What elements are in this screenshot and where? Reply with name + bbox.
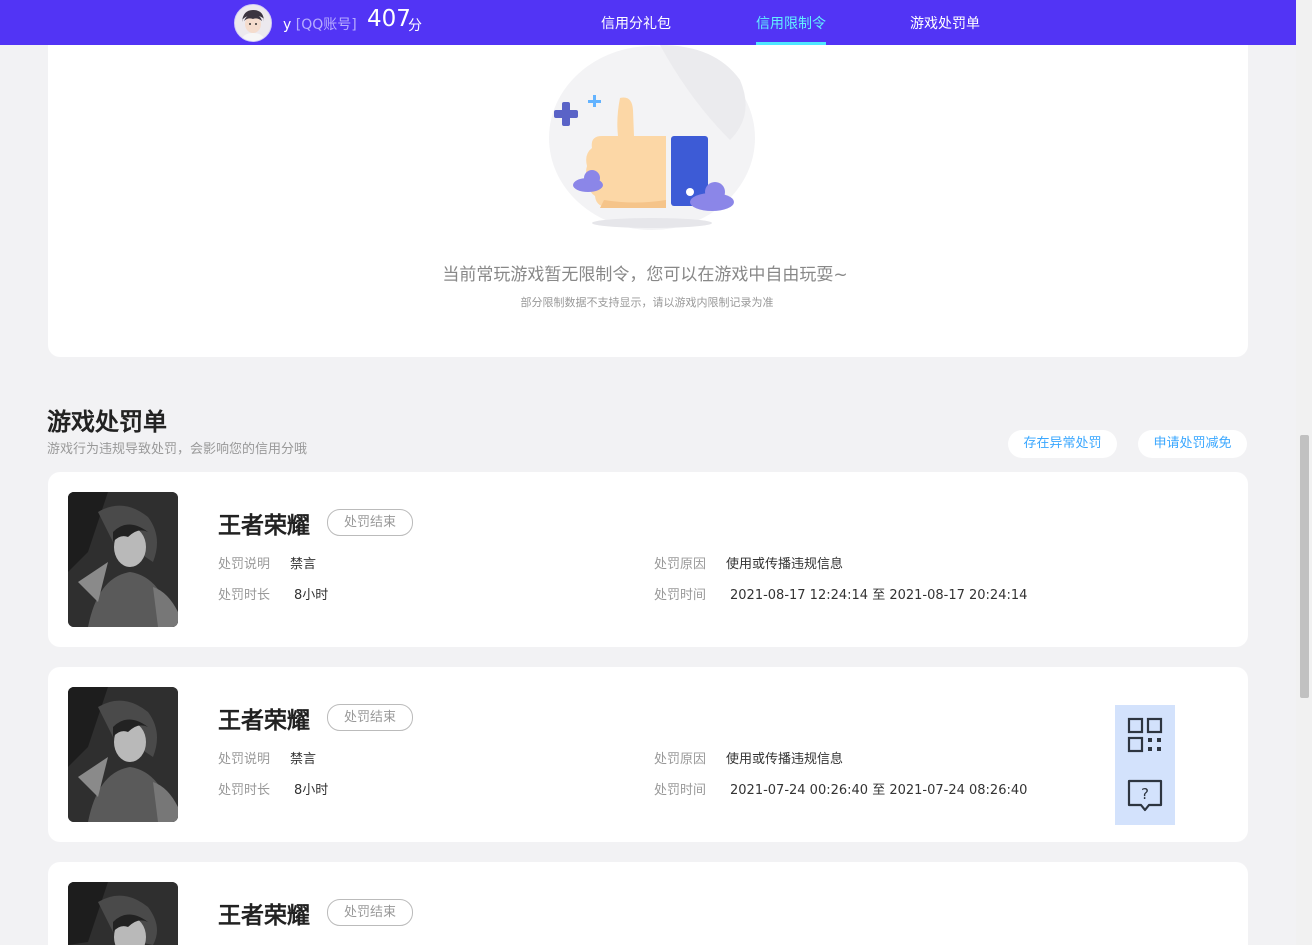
- desc-value: 禁言: [290, 752, 317, 767]
- svg-text:?: ?: [1141, 785, 1149, 803]
- time-value: 2021-07-24 00:26:40 至 2021-07-24 08:26:4…: [730, 783, 1028, 798]
- reason-label: 处罚原因: [654, 752, 707, 767]
- time-value: 2021-08-17 12:24:14 至 2021-08-17 20:24:1…: [730, 588, 1028, 603]
- penalty-card[interactable]: 王者荣耀 处罚结束 处罚说明 禁言 处罚时长 8小时 处罚原因 使用或传播违规信…: [48, 472, 1248, 647]
- game-name: 王者荣耀: [218, 513, 310, 539]
- tab-credit-restriction[interactable]: 信用限制令: [756, 13, 826, 33]
- reason-label: 处罚原因: [654, 557, 707, 572]
- empty-state-note: 部分限制数据不支持显示，请以游戏内限制记录为准: [520, 296, 774, 309]
- vertical-scrollbar[interactable]: [1296, 0, 1312, 945]
- duration-label: 处罚时长: [218, 783, 271, 798]
- game-thumbnail: [68, 687, 178, 822]
- penalty-card[interactable]: 王者荣耀 处罚结束: [48, 862, 1248, 945]
- active-tab-indicator: [756, 42, 826, 45]
- credit-score: 407: [367, 6, 411, 32]
- game-thumbnail: [68, 492, 178, 627]
- scrollbar-thumb[interactable]: [1300, 435, 1309, 698]
- reason-value: 使用或传播违规信息: [726, 557, 844, 572]
- avatar-image: [235, 5, 271, 41]
- credit-score-unit: 分: [408, 18, 422, 34]
- tab-credit-gift[interactable]: 信用分礼包: [601, 13, 671, 33]
- desc-label: 处罚说明: [218, 557, 271, 572]
- hero-portrait-image: [68, 882, 178, 945]
- abnormal-penalty-button[interactable]: 存在异常处罚: [1008, 430, 1117, 458]
- desc-value: 禁言: [290, 557, 317, 572]
- qr-code-icon: [1127, 717, 1163, 753]
- thumbs-up-icon: [549, 45, 755, 230]
- status-badge: 处罚结束: [327, 704, 413, 731]
- tab-game-penalty[interactable]: 游戏处罚单: [910, 13, 980, 33]
- section-subtitle: 游戏行为违规导致处罚，会影响您的信用分哦: [47, 442, 308, 457]
- duration-value: 8小时: [294, 783, 329, 798]
- duration-label: 处罚时长: [218, 588, 271, 603]
- top-nav-bar: y [QQ账号] 407 分 信用分礼包 信用限制令 游戏处罚单: [0, 0, 1296, 45]
- user-name: y [QQ账号]: [283, 14, 357, 34]
- status-badge: 处罚结束: [327, 509, 413, 536]
- time-label: 处罚时间: [654, 783, 707, 798]
- avatar[interactable]: [234, 4, 272, 42]
- desc-label: 处罚说明: [218, 752, 271, 767]
- reason-value: 使用或传播违规信息: [726, 752, 844, 767]
- game-name: 王者荣耀: [218, 708, 310, 734]
- duration-value: 8小时: [294, 588, 329, 603]
- empty-state-message: 当前常玩游戏暂无限制令，您可以在游戏中自由玩耍~: [442, 265, 848, 285]
- help-chat-icon: ?: [1127, 779, 1163, 812]
- game-thumbnail: [68, 882, 178, 945]
- section-title: 游戏处罚单: [47, 408, 167, 436]
- user-name-text: y: [283, 17, 292, 33]
- penalty-reduction-button[interactable]: 申请处罚减免: [1138, 430, 1247, 458]
- hero-portrait-image: [68, 687, 178, 822]
- account-type: [QQ账号]: [295, 17, 357, 33]
- time-label: 处罚时间: [654, 588, 707, 603]
- status-badge: 处罚结束: [327, 899, 413, 926]
- penalty-card[interactable]: 王者荣耀 处罚结束 处罚说明 禁言 处罚时长 8小时 处罚原因 使用或传播违规信…: [48, 667, 1248, 842]
- qr-code-button[interactable]: [1115, 705, 1175, 765]
- game-name: 王者荣耀: [218, 903, 310, 929]
- hero-portrait-image: [68, 492, 178, 627]
- help-button[interactable]: ?: [1115, 765, 1175, 825]
